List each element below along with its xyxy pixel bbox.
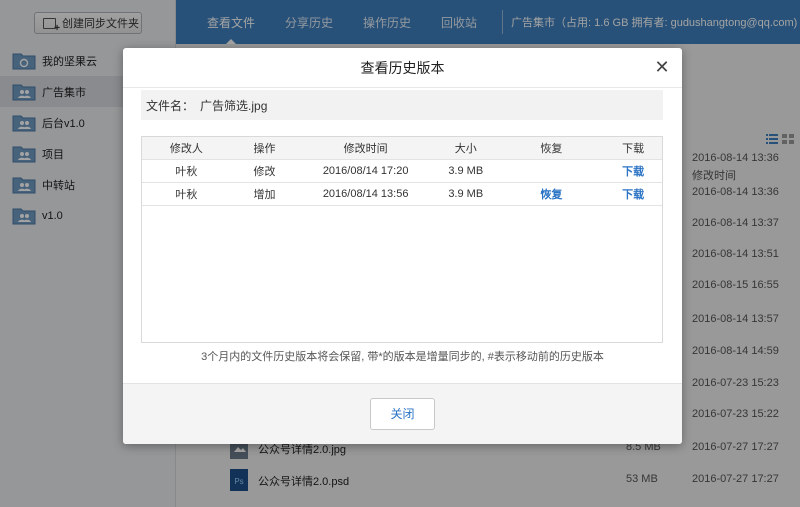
retention-note: 3个月内的文件历史版本将会保留, 带*的版本是增量同步的, #表示移动前的历史版…: [201, 351, 604, 363]
close-button[interactable]: 关闭: [370, 398, 435, 430]
version-table: 修改人 操作 修改时间 大小 恢复 下载 叶秋 修改 2016/08/14 17…: [141, 136, 663, 343]
dialog-title: 查看历史版本: [123, 48, 682, 88]
cell-action: 修改: [253, 166, 276, 178]
cell-size: 3.9 MB: [448, 165, 484, 177]
file-name-bar: 文件名： 广告筛选.jpg: [141, 90, 663, 120]
column-header-restore: 恢复: [540, 143, 563, 155]
table-row: 叶秋 增加 2016/08/14 13:56 3.9 MB 恢复 下载: [142, 183, 662, 206]
table-row: 叶秋 修改 2016/08/14 17:20 3.9 MB 下载: [142, 160, 662, 183]
file-name-value: 广告筛选.jpg: [200, 98, 268, 113]
version-table-header: 修改人 操作 修改时间 大小 恢复 下载: [142, 137, 662, 160]
file-name-label: 文件名：: [146, 98, 195, 113]
version-history-dialog: 查看历史版本 ✕ 文件名： 广告筛选.jpg 修改人 操作 修改时间 大小 恢复…: [123, 48, 682, 444]
cell-time: 2016/08/14 17:20: [322, 165, 409, 177]
column-header-size: 大小: [454, 143, 477, 155]
cell-user: 叶秋: [175, 166, 198, 178]
cell-action: 增加: [253, 189, 276, 201]
column-header-time: 修改时间: [343, 143, 388, 155]
close-icon[interactable]: ✕: [652, 57, 672, 77]
download-link[interactable]: 下载: [622, 189, 644, 201]
cell-user: 叶秋: [175, 189, 198, 201]
dialog-footer: 关闭: [123, 383, 682, 444]
column-header-action: 操作: [253, 143, 276, 155]
download-link[interactable]: 下载: [622, 166, 644, 178]
column-header-download: 下载: [622, 143, 645, 155]
column-header-user: 修改人: [169, 143, 203, 155]
cell-time: 2016/08/14 13:56: [322, 188, 409, 200]
cell-size: 3.9 MB: [448, 188, 484, 200]
restore-link[interactable]: 恢复: [540, 189, 562, 201]
